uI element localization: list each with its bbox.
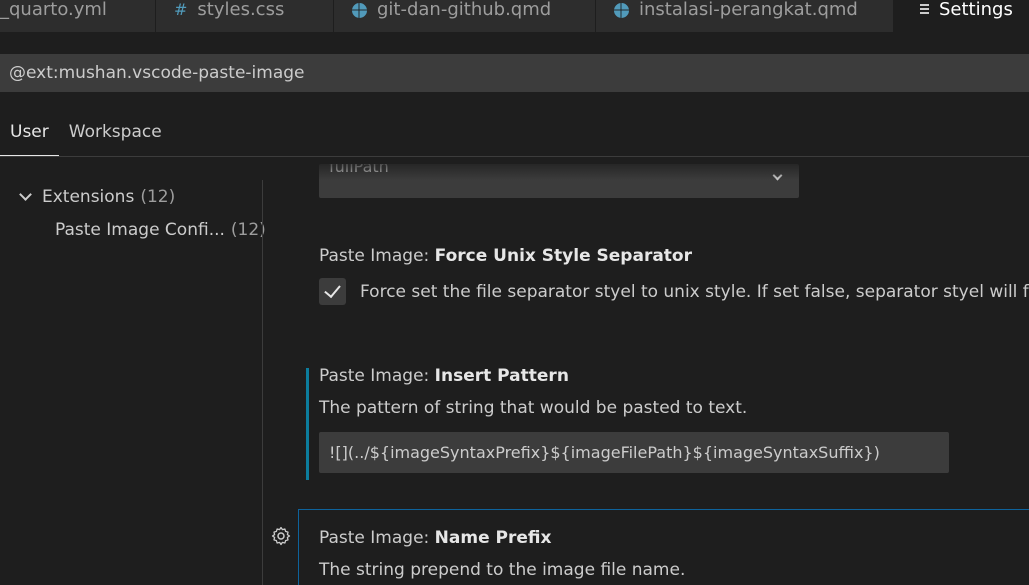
divider (0, 156, 1029, 157)
tab-instalasi-perangkat[interactable]: instalasi-perangkat.qmd (596, 0, 894, 32)
tab-settings[interactable]: Settings (894, 0, 1029, 32)
tab-label: Settings (939, 0, 1013, 20)
setting-name-prefix: Paste Image: Name Prefix The string prep… (319, 528, 685, 580)
setting-description: The string prepend to the image file nam… (319, 560, 686, 580)
tab-workspace[interactable]: Workspace (59, 112, 172, 157)
setting-insert-pattern: Paste Image: Insert Pattern The pattern … (319, 366, 949, 473)
toc-label: Paste Image Confi... (55, 219, 225, 240)
settings-toc: Extensions (12) Paste Image Confi... (12… (0, 180, 266, 585)
select-value: fullPath (329, 164, 389, 176)
chevron-down-icon (772, 170, 783, 181)
setting-category: Paste Image: (319, 366, 435, 386)
setting-title: Paste Image: Name Prefix (319, 528, 685, 548)
setting-description: The pattern of string that would be past… (319, 398, 748, 418)
force-unix-checkbox[interactable] (319, 278, 346, 305)
settings-list: fullPath Paste Image: Force Unix Style S… (263, 158, 1029, 585)
setting-category: Paste Image: (319, 528, 435, 548)
tab-label: styles.css (197, 0, 285, 20)
modified-indicator (306, 368, 309, 480)
setting-category: Paste Image: (319, 246, 435, 266)
chevron-down-icon (19, 188, 32, 201)
toc-item-extensions[interactable]: Extensions (12) (0, 180, 262, 213)
insert-pattern-input[interactable] (319, 432, 949, 473)
tab-styles-css[interactable]: # styles.css (156, 0, 334, 32)
settings-lines-icon (920, 2, 929, 16)
setting-description: Force set the file separator styel to un… (360, 281, 1029, 302)
path-type-select[interactable]: fullPath (319, 164, 799, 198)
quarto-globe-icon (352, 2, 367, 18)
toc-count: (12) (230, 219, 266, 240)
settings-search-input[interactable] (9, 63, 609, 83)
tab-user[interactable]: User (0, 112, 59, 157)
tab-label: git-dan-github.qmd (377, 0, 552, 20)
setting-key: Name Prefix (434, 528, 552, 548)
setting-force-unix-style-separator: Paste Image: Force Unix Style Separator … (319, 246, 1029, 305)
checkbox-row: Force set the file separator styel to un… (319, 278, 1029, 305)
tab-quarto-yml[interactable]: _quarto.yml (0, 0, 156, 32)
settings-search-bar (0, 54, 1029, 92)
settings-scope-tabs: User Workspace (0, 112, 172, 157)
tab-label: _quarto.yml (0, 0, 107, 20)
toc-label: Extensions (42, 186, 135, 207)
quarto-globe-icon (614, 2, 629, 18)
toc-item-paste-image[interactable]: Paste Image Confi... (12) (0, 213, 266, 246)
toc-count: (12) (140, 186, 176, 207)
tab-label: instalasi-perangkat.qmd (639, 0, 858, 20)
setting-title: Paste Image: Force Unix Style Separator (319, 246, 1029, 266)
gear-icon[interactable] (271, 526, 291, 546)
setting-key: Force Unix Style Separator (434, 246, 692, 266)
editor-tab-bar: _quarto.yml # styles.css git-dan-github.… (0, 0, 1029, 32)
tab-git-dan-github[interactable]: git-dan-github.qmd (334, 0, 596, 32)
hash-icon: # (174, 0, 188, 19)
setting-title: Paste Image: Insert Pattern (319, 366, 949, 386)
setting-key: Insert Pattern (434, 366, 569, 386)
